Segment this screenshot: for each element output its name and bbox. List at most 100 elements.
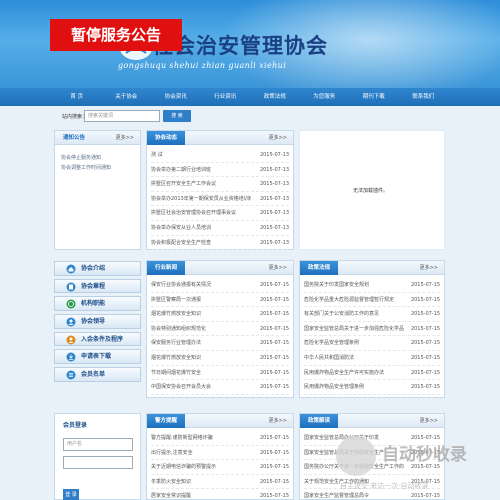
menu-form-download[interactable]: 申请表下载 [54, 349, 141, 364]
list-item[interactable]: 拱墅区召开安全生产工作会议 2015-07-13 [151, 177, 289, 192]
nav-journal-download[interactable]: 期刊下载 [349, 88, 399, 106]
search-input[interactable]: 搜索关键词 [84, 110, 160, 122]
list-item[interactable]: 危险化学品安全管理条例 2015-07-15 [304, 336, 440, 351]
menu-intro[interactable]: 协会介绍 [54, 261, 141, 276]
news-panel-title: 协会动态 [147, 131, 186, 145]
list-item[interactable]: 冬季防火安全知识 2015-07-15 [151, 475, 289, 490]
search-button[interactable]: 搜 索 [163, 110, 191, 122]
list-item[interactable]: 协会特别通知组织规范化 2015-07-15 [151, 322, 289, 337]
menu-member-list[interactable]: 会员名单 [54, 367, 141, 382]
menu-leaders[interactable]: 协会领导 [54, 314, 141, 329]
news-more-link[interactable]: 更多>> [269, 131, 287, 145]
notice-more-link[interactable]: 更多>> [116, 131, 134, 145]
menu-charter[interactable]: 协会章程 [54, 278, 141, 294]
list-item-title[interactable]: 协会积极配合安全生产检查 [151, 236, 211, 250]
list-item[interactable]: 关于近期电信诈骗的预警提示 2015-07-15 [151, 460, 289, 475]
list-item[interactable]: 民用爆炸物品安全生产许可实施办法 2015-07-15 [304, 366, 440, 381]
safety-more-link[interactable]: 更多>> [269, 414, 287, 428]
list-item[interactable]: 拱墅区警察局一次通报 2015-07-15 [151, 293, 289, 308]
user-icon [66, 317, 76, 327]
username-field[interactable]: 用户名 [63, 438, 133, 451]
list-item-title[interactable]: 国家安全监管总局关于进一步加强危险化学品 [304, 322, 404, 336]
list-item-title[interactable]: 关于近期电信诈骗的预警提示 [151, 460, 216, 474]
list-item-title[interactable]: 拱墅区社会治安管理协会召开理事会议 [151, 206, 236, 220]
nav-association-news[interactable]: 协会资讯 [151, 88, 201, 106]
list-item-date: 2015-07-13 [259, 195, 289, 202]
policy2-more-link[interactable]: 更多>> [420, 414, 438, 428]
list-item-title[interactable]: 国务院关于印发国家安全规划 [304, 278, 369, 292]
list-item-title[interactable]: 拱墅区警察局一次通报 [151, 293, 201, 307]
nav-industry-news[interactable]: 行业资讯 [201, 88, 251, 106]
notice-item[interactable]: 协会停止服务通知 [61, 153, 134, 163]
menu-membership[interactable]: 入会条件及程序 [54, 331, 141, 347]
list-icon [66, 370, 76, 380]
list-item-title[interactable]: 出行提示,注意安全 [151, 446, 193, 460]
list-item-title[interactable]: 协会举办2013年第一期保安员从业资格培训班 [151, 192, 251, 206]
list-item[interactable]: 警方提醒:谨防新型网络诈骗 2015-07-15 [151, 431, 289, 446]
nav-services[interactable]: 为您服务 [300, 88, 350, 106]
list-item[interactable]: 居家安全常识提醒 2015-07-15 [151, 489, 289, 500]
list-item-title[interactable]: 烟花爆竹燃放安全知识 [151, 351, 201, 365]
list-item-date: 2015-07-15 [259, 311, 289, 318]
list-item[interactable]: 协会举办第二期行业培训班 2015-07-13 [151, 163, 289, 178]
list-item-title[interactable]: 协会举办保安从业人员培训 [151, 221, 211, 235]
list-item-title[interactable]: 烟花爆竹燃放安全知识 [151, 307, 201, 321]
notice-panel-title: 通知公告 [63, 135, 86, 141]
suspension-notice-badge[interactable]: 暂停服务公告 [50, 19, 182, 51]
list-item-title[interactable]: 居家安全常识提醒 [151, 489, 191, 500]
list-item[interactable]: 保安服务行业管理办法 2015-07-15 [151, 336, 289, 351]
list-item-date: 2015-07-15 [410, 296, 440, 303]
login-button[interactable]: 登 录 [63, 489, 79, 500]
list-item-title[interactable]: 警方提醒:谨防新型网络诈骗 [151, 431, 213, 445]
list-item-title[interactable]: 协会特别通知组织规范化 [151, 322, 206, 336]
list-item[interactable]: 民用爆炸物品安全管理条例 2015-07-15 [304, 380, 440, 395]
list-item-title[interactable]: 测 试 [151, 148, 163, 162]
nav-contact[interactable]: 联系我们 [399, 88, 449, 106]
list-item[interactable]: 节日期间烟花爆竹安全 2015-07-15 [151, 366, 289, 381]
list-item[interactable]: 中华人民共和国消防法 2015-07-15 [304, 351, 440, 366]
list-item[interactable]: 协会积极配合安全生产检查 2015-07-13 [151, 236, 289, 251]
nav-about[interactable]: 关于协会 [102, 88, 152, 106]
list-item-title[interactable]: 民用爆炸物品安全管理条例 [304, 380, 364, 394]
list-item[interactable]: 国务院关于印发国家安全规划 2015-07-15 [304, 278, 440, 293]
list-item-title[interactable]: 冬季防火安全知识 [151, 475, 191, 489]
list-item[interactable]: 测 试 2015-07-13 [151, 148, 289, 163]
nav-home[interactable]: 首 页 [52, 88, 102, 106]
member-login-title: 会员登录 [63, 422, 88, 429]
list-item[interactable]: 国家安全监管总局关于进一步加强危险化学品 2015-07-15 [304, 322, 440, 337]
list-item[interactable]: 协会举办2013年第一期保安员从业资格培训班 2015-07-13 [151, 192, 289, 207]
policy-panel-title: 政策法规 [300, 261, 339, 275]
list-item-title[interactable]: 民用爆炸物品安全生产许可实施办法 [304, 366, 384, 380]
list-item-date: 2015-07-15 [259, 354, 289, 361]
list-item[interactable]: 危险化学品重大危险源监督管理暂行规定 2015-07-15 [304, 293, 440, 308]
list-item[interactable]: 保安行业协会通报有关情况 2015-07-15 [151, 278, 289, 293]
list-item-title[interactable]: 中华人民共和国消防法 [304, 351, 354, 365]
list-item[interactable]: 中国保安协会召开会员大会 2015-07-15 [151, 380, 289, 395]
list-item-date: 2015-07-15 [410, 340, 440, 347]
list-item-title[interactable]: 危险化学品安全管理条例 [304, 336, 359, 350]
list-item-title[interactable]: 节日期间烟花爆竹安全 [151, 366, 201, 380]
list-item-title[interactable]: 有关部门关于公安消防工作的意见 [304, 307, 379, 321]
list-item[interactable]: 拱墅区社会治安管理协会召开理事会议 2015-07-13 [151, 206, 289, 221]
list-item-date: 2015-07-15 [259, 478, 289, 485]
list-item[interactable]: 协会举办保安从业人员培训 2015-07-13 [151, 221, 289, 236]
list-item-title[interactable]: 拱墅区召开安全生产工作会议 [151, 177, 216, 191]
association-news-panel: 协会动态 更多>> 测 试 2015-07-13 协会举办第二期行业培训班 2015-… [146, 130, 294, 251]
list-item-title[interactable]: 中国保安协会召开会员大会 [151, 380, 211, 394]
list-item[interactable]: 出行提示,注意安全 2015-07-15 [151, 446, 289, 461]
list-item[interactable]: 有关部门关于公安消防工作的意见 2015-07-15 [304, 307, 440, 322]
list-item-title[interactable]: 保安服务行业管理办法 [151, 336, 201, 350]
policy-more-link[interactable]: 更多>> [420, 261, 438, 275]
list-item-date: 2015-07-15 [259, 340, 289, 347]
download-icon [66, 352, 76, 362]
nav-policies[interactable]: 政策法规 [250, 88, 300, 106]
list-item[interactable]: 烟花爆竹燃放安全知识 2015-07-15 [151, 307, 289, 322]
industry-more-link[interactable]: 更多>> [269, 261, 287, 275]
list-item-title[interactable]: 危险化学品重大危险源监督管理暂行规定 [304, 293, 394, 307]
list-item-title[interactable]: 协会举办第二期行业培训班 [151, 163, 211, 177]
menu-functions[interactable]: 机构职能 [54, 296, 141, 311]
list-item-title[interactable]: 保安行业协会通报有关情况 [151, 278, 211, 292]
list-item[interactable]: 烟花爆竹燃放安全知识 2015-07-15 [151, 351, 289, 366]
password-field[interactable] [63, 456, 133, 469]
notice-item[interactable]: 协会调整工作时间通知 [61, 163, 134, 173]
